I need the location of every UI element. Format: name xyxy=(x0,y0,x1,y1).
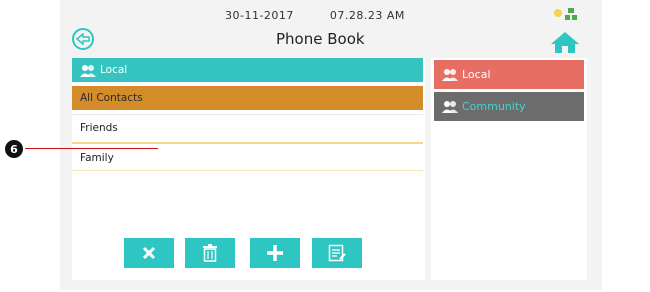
status-icons xyxy=(548,6,588,22)
network-icon xyxy=(568,8,574,13)
home-button[interactable] xyxy=(549,30,581,54)
edit-button[interactable] xyxy=(312,238,362,268)
row-divider xyxy=(72,114,423,115)
home-icon xyxy=(551,32,579,53)
back-button[interactable] xyxy=(72,28,94,50)
group-row-label: Friends xyxy=(80,122,118,134)
status-time: 07.28.23 AM xyxy=(329,9,405,22)
add-contact-button[interactable] xyxy=(250,238,300,268)
edit-list-icon xyxy=(328,244,346,262)
group-row-family[interactable]: Family xyxy=(72,146,423,170)
status-datetime: 30-11-2017 07.28.23 AM xyxy=(225,9,405,22)
group-row-all-contacts[interactable]: All Contacts xyxy=(72,86,423,110)
source-tabs-panel: Local Community xyxy=(431,58,587,280)
status-sun-icon xyxy=(554,9,562,17)
status-date: 30-11-2017 xyxy=(225,9,294,22)
row-divider xyxy=(72,170,423,171)
trash-icon xyxy=(203,244,217,262)
tab-community[interactable]: Community xyxy=(434,92,584,121)
contacts-header-label: Local xyxy=(100,64,128,76)
cancel-button[interactable] xyxy=(124,238,174,268)
tab-local[interactable]: Local xyxy=(434,60,584,89)
contacts-header-local[interactable]: Local xyxy=(72,58,423,82)
delete-button[interactable] xyxy=(185,238,235,268)
group-icon xyxy=(80,64,96,77)
group-icon xyxy=(442,69,458,81)
group-icon xyxy=(442,101,458,113)
group-row-label: All Contacts xyxy=(80,92,143,104)
tab-community-label: Community xyxy=(462,100,526,113)
callout-marker: 6 xyxy=(5,140,23,158)
callout-line xyxy=(25,148,158,149)
row-divider-highlight xyxy=(72,142,423,144)
plus-icon xyxy=(267,245,283,261)
back-arrow-icon xyxy=(76,33,90,45)
page-title: Phone Book xyxy=(276,30,365,48)
contacts-panel: Local All Contacts Friends Family xyxy=(72,58,425,280)
group-row-label: Family xyxy=(80,152,114,164)
close-icon xyxy=(142,246,156,260)
tab-local-label: Local xyxy=(462,68,491,81)
group-row-friends[interactable]: Friends xyxy=(72,116,423,140)
